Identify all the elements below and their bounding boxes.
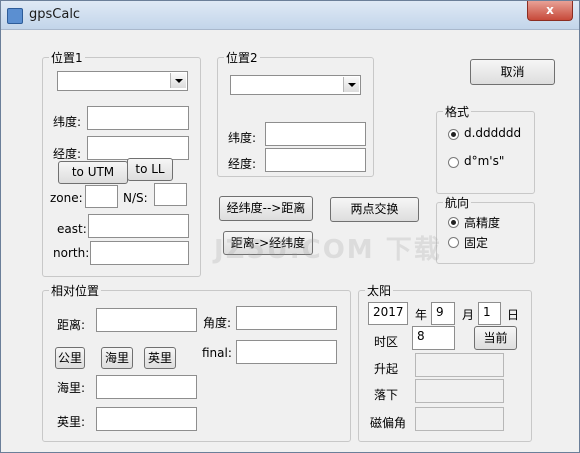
- title-bar[interactable]: gpsCalc x: [1, 1, 579, 30]
- lat1-label: 纬度:: [53, 115, 82, 129]
- format-group-label: 格式: [443, 103, 472, 120]
- final-input[interactable]: [236, 340, 337, 364]
- distance-input[interactable]: [96, 308, 197, 332]
- angle-input[interactable]: [236, 306, 337, 330]
- cancel-button[interactable]: 取消: [470, 59, 555, 85]
- position1-select[interactable]: [57, 71, 188, 91]
- heading-precise-label[interactable]: 高精度: [464, 214, 500, 231]
- final-label: final:: [202, 346, 232, 360]
- heading-precise-radio[interactable]: [448, 217, 459, 228]
- timezone-input[interactable]: 8: [412, 326, 455, 350]
- ll-to-distance-button[interactable]: 经纬度-->距离: [219, 196, 313, 221]
- east-input[interactable]: [88, 214, 189, 238]
- timezone-label: 时区: [374, 335, 399, 349]
- sunrise-label: 升起: [374, 362, 399, 376]
- position1-group-label: 位置1: [49, 49, 85, 66]
- format-decimal-label[interactable]: d.dddddd: [464, 126, 521, 140]
- lat1-input[interactable]: [87, 106, 189, 130]
- client-area: 位置1 纬度: 经度: to UTM to LL zone: N/S: east…: [9, 31, 571, 444]
- east-label: east:: [57, 222, 87, 236]
- heading-group-label: 航向: [443, 194, 472, 211]
- format-dms-label[interactable]: d°m's": [464, 154, 504, 168]
- relative-position-group: 相对位置 距离: 角度: 公里 海里 英里 final: 海里: 英里:: [42, 282, 351, 442]
- swap-points-button[interactable]: 两点交换: [330, 197, 419, 222]
- sunrise-output: [415, 353, 504, 377]
- zone-label: zone:: [50, 191, 83, 205]
- chevron-down-icon[interactable]: [343, 77, 359, 92]
- chevron-down-icon[interactable]: [170, 73, 186, 88]
- sunset-label: 落下: [374, 388, 399, 402]
- nmi-button[interactable]: 海里: [101, 347, 133, 369]
- nmi-label: 海里:: [57, 381, 86, 395]
- year-label: 年: [415, 308, 428, 322]
- to-ll-button[interactable]: to LL: [127, 158, 173, 181]
- magnetic-declination-output: [415, 407, 504, 431]
- magnetic-declination-label: 磁偏角: [370, 416, 407, 430]
- position2-group-label: 位置2: [224, 49, 260, 66]
- mile-button[interactable]: 英里: [144, 347, 176, 369]
- lat2-label: 纬度:: [228, 131, 257, 145]
- north-input[interactable]: [90, 241, 189, 265]
- app-icon: [7, 8, 23, 24]
- ns-label: N/S:: [123, 191, 148, 205]
- watermark-overlay: JZ5U.COM 下载: [214, 235, 442, 265]
- app-window: gpsCalc x 位置1 纬度: 经度: to UTM to LL zone:…: [0, 0, 580, 453]
- lon1-label: 经度:: [53, 147, 82, 161]
- sun-group-label: 太阳: [365, 282, 394, 299]
- lon2-label: 经度:: [228, 157, 257, 171]
- nmi-input[interactable]: [96, 375, 197, 399]
- zone-input[interactable]: [85, 185, 118, 208]
- north-label: north:: [53, 246, 90, 260]
- day-input[interactable]: 1: [478, 302, 501, 325]
- distance-label: 距离:: [57, 318, 86, 332]
- position1-group: 位置1 纬度: 经度: to UTM to LL zone: N/S: east…: [42, 49, 201, 277]
- relative-position-group-label: 相对位置: [49, 282, 102, 299]
- angle-label: 角度:: [203, 316, 232, 330]
- sunset-output: [415, 379, 504, 403]
- km-button[interactable]: 公里: [55, 347, 85, 369]
- format-decimal-radio[interactable]: [448, 129, 459, 140]
- position2-group: 位置2 纬度: 经度:: [217, 49, 374, 177]
- month-label: 月: [462, 308, 475, 322]
- format-dms-radio[interactable]: [448, 157, 459, 168]
- close-button[interactable]: x: [527, 1, 573, 21]
- now-button[interactable]: 当前: [474, 326, 517, 350]
- heading-fixed-label[interactable]: 固定: [464, 234, 488, 251]
- year-input[interactable]: 2017: [368, 302, 408, 325]
- lon1-input[interactable]: [87, 136, 189, 160]
- month-input[interactable]: 9: [431, 302, 455, 325]
- position2-select[interactable]: [230, 75, 361, 95]
- lat2-input[interactable]: [265, 122, 366, 146]
- lon2-input[interactable]: [265, 148, 366, 172]
- sun-group: 太阳 2017 年 9 月 1 日 时区 8 当前 升起 落下 磁偏角: [358, 282, 532, 442]
- heading-fixed-radio[interactable]: [448, 237, 459, 248]
- window-title: gpsCalc: [29, 7, 81, 22]
- format-group: 格式 d.dddddd d°m's": [436, 103, 535, 194]
- mile-label: 英里:: [57, 415, 86, 429]
- ns-input[interactable]: [154, 183, 187, 206]
- mile-input[interactable]: [96, 407, 197, 431]
- to-utm-button[interactable]: to UTM: [58, 161, 128, 184]
- heading-group: 航向 高精度 固定: [436, 194, 535, 264]
- day-label: 日: [507, 308, 520, 322]
